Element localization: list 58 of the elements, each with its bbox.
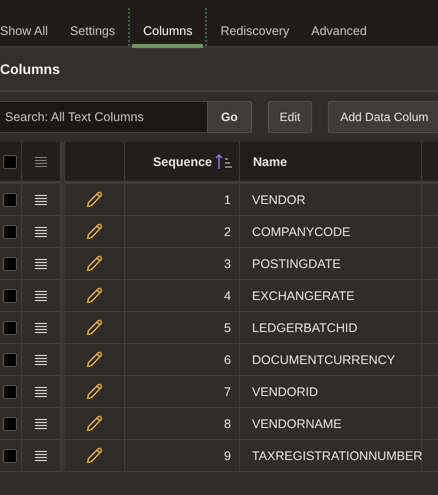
table-cell: 5 [224,320,231,334]
table-cell: 4 [224,288,231,302]
checkbox[interactable] [2,288,16,302]
table-cell: 8 [224,416,231,430]
table-cell: 7 [224,384,231,398]
drag-handle-icon[interactable] [35,322,47,332]
table-cell: VENDORID [252,384,318,398]
pencil-icon[interactable] [86,287,103,304]
table-cell: VENDORNAME [252,416,342,430]
table-cell: 2 [224,224,231,238]
checkbox[interactable] [2,256,16,270]
drag-handle-icon[interactable] [35,194,47,204]
drag-handle-icon[interactable] [35,450,47,460]
table-cell: POSTINGDATE [252,256,341,270]
column-header[interactable]: Name [240,142,422,184]
pencil-icon[interactable] [86,447,103,464]
tab[interactable]: Advanced [300,0,378,48]
go-button[interactable]: Go [207,101,252,133]
table-cell: 6 [224,352,231,366]
table-cell: VENDOR [252,192,306,206]
table-cell: EXCHANGERATE [252,288,355,302]
pencil-icon[interactable] [86,223,103,240]
drag-handle-icon[interactable] [35,226,47,236]
checkbox[interactable] [2,192,16,206]
drag-handle-icon[interactable] [35,258,47,268]
add-column-button[interactable]: Add Data Colum [328,101,438,133]
checkbox[interactable] [2,320,16,334]
pencil-icon[interactable] [86,255,103,272]
search-field[interactable]: Search: All Text Columns [0,101,207,133]
pencil-icon[interactable] [86,383,103,400]
drag-handle-icon[interactable] [35,418,47,428]
table-cell: 3 [224,256,231,270]
edit-button[interactable]: Edit [268,101,312,133]
tab[interactable]: Settings [58,0,126,48]
checkbox[interactable] [2,154,16,168]
drag-handle-icon[interactable] [35,156,47,166]
table-cell: LEDGERBATCHID [252,320,358,334]
column-header[interactable]: Sequence [125,142,240,184]
tab[interactable]: Rediscovery [209,0,300,48]
table-cell: 9 [224,448,231,462]
drag-handle-icon[interactable] [35,386,47,396]
checkbox[interactable] [2,352,16,366]
table-cell: DOCUMENTCURRENCY [252,352,396,366]
pencil-icon[interactable] [86,191,103,208]
table-cell: 1 [224,192,231,206]
checkbox[interactable] [2,416,16,430]
checkbox[interactable] [2,224,16,238]
pencil-icon[interactable] [86,351,103,368]
pencil-icon[interactable] [86,319,103,336]
drag-handle-icon[interactable] [35,354,47,364]
region-title: Columns [0,61,60,77]
checkbox[interactable] [2,384,16,398]
drag-handle-icon[interactable] [35,290,47,300]
checkbox[interactable] [2,448,16,462]
pencil-icon[interactable] [86,415,103,432]
tab[interactable]: Show All [0,0,59,48]
table-cell: COMPANYCODE [252,224,350,238]
table-cell: TAXREGISTRATIONNUMBER [252,448,422,462]
